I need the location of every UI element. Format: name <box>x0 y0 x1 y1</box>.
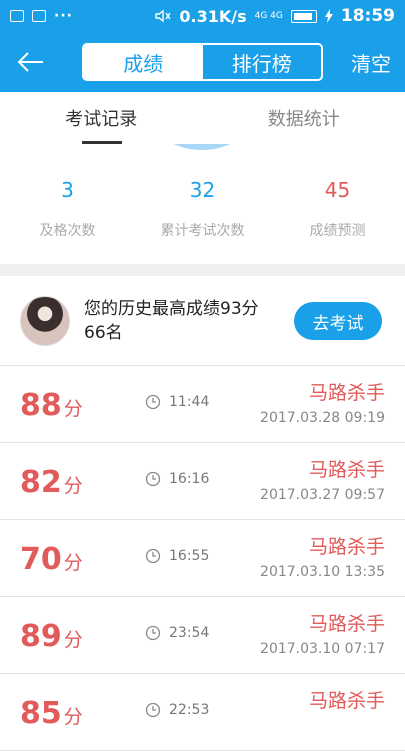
tab-exam-records[interactable]: 考试记录 <box>0 92 203 144</box>
record-score: 70分 <box>20 542 83 577</box>
record-title: 马路杀手 <box>309 455 385 482</box>
message-icon <box>32 10 46 22</box>
section-divider <box>0 264 405 276</box>
record-duration: 11:44 <box>169 394 209 410</box>
clock-icon <box>145 548 161 564</box>
stat-value: 32 <box>135 178 270 202</box>
score-gauge-ring <box>132 144 272 150</box>
network-speed: 0.31K/s <box>179 7 246 26</box>
clock-icon <box>145 394 161 410</box>
stat-value: 45 <box>270 178 405 202</box>
record-date: 2017.03.28 09:19 <box>260 410 385 426</box>
clear-button[interactable]: 清空 <box>351 32 391 92</box>
record-duration: 16:55 <box>169 548 209 564</box>
avatar[interactable] <box>20 296 70 346</box>
clock-time: 18:59 <box>341 6 395 26</box>
list-item[interactable]: 89分 23:54 马路杀手 2017.03.10 07:17 <box>0 597 405 674</box>
record-score: 85分 <box>20 696 83 731</box>
status-bar: ··· 0.31K/s 4G 4G 18:59 <box>0 0 405 32</box>
nav-bar: 成绩 排行榜 清空 <box>0 32 405 92</box>
clock-icon <box>145 702 161 718</box>
record-score: 89分 <box>20 619 83 654</box>
list-item[interactable]: 85分 22:53 马路杀手 <box>0 674 405 751</box>
tab-data-statistics[interactable]: 数据统计 <box>203 92 405 144</box>
best-score-row: 您的历史最高成绩93分 66名 去考试 <box>0 276 405 366</box>
tab-leaderboard[interactable]: 排行榜 <box>203 45 322 79</box>
record-duration: 23:54 <box>169 625 209 641</box>
image-icon <box>10 10 24 22</box>
back-button[interactable] <box>0 32 60 92</box>
back-arrow-icon <box>16 51 44 73</box>
record-title: 马路杀手 <box>309 686 385 713</box>
clock-icon <box>145 471 161 487</box>
record-duration: 16:16 <box>169 471 209 487</box>
record-title: 马路杀手 <box>309 378 385 405</box>
best-rank-text: 66名 <box>84 321 259 345</box>
stat-value: 3 <box>0 178 135 202</box>
record-date: 2017.03.10 07:17 <box>260 641 385 657</box>
list-item[interactable]: 88分 11:44 马路杀手 2017.03.28 09:19 <box>0 366 405 443</box>
mute-icon <box>155 9 171 23</box>
record-score: 82分 <box>20 465 83 500</box>
record-title: 马路杀手 <box>309 609 385 636</box>
tab-scores[interactable]: 成绩 <box>84 45 203 79</box>
record-date: 2017.03.10 13:35 <box>260 564 385 580</box>
signal-icon: 4G 4G <box>255 12 283 21</box>
record-date: 2017.03.27 09:57 <box>260 487 385 503</box>
stats-panel: 3 及格次数 32 累计考试次数 45 成绩预测 <box>0 144 405 264</box>
stat-label: 成绩预测 <box>270 220 405 240</box>
stat-total-exams: 32 累计考试次数 <box>135 178 270 240</box>
stat-score-prediction: 45 成绩预测 <box>270 178 405 240</box>
more-notifications-icon: ··· <box>54 8 73 24</box>
battery-icon <box>291 10 317 23</box>
stat-pass-count: 3 及格次数 <box>0 178 135 240</box>
record-title: 马路杀手 <box>309 532 385 559</box>
list-item[interactable]: 70分 16:55 马路杀手 2017.03.10 13:35 <box>0 520 405 597</box>
record-duration: 22:53 <box>169 702 209 718</box>
sub-tabs: 考试记录 数据统计 <box>0 92 405 144</box>
charging-icon <box>325 9 333 23</box>
segmented-control: 成绩 排行榜 <box>82 43 323 81</box>
stat-label: 及格次数 <box>0 220 135 240</box>
stat-label: 累计考试次数 <box>135 220 270 240</box>
list-item[interactable]: 82分 16:16 马路杀手 2017.03.27 09:57 <box>0 443 405 520</box>
go-exam-button[interactable]: 去考试 <box>294 302 382 340</box>
exam-record-list: 88分 11:44 马路杀手 2017.03.28 09:19 82分 16:1… <box>0 366 405 751</box>
best-score-text: 您的历史最高成绩93分 <box>84 297 259 321</box>
record-score: 88分 <box>20 388 83 423</box>
clock-icon <box>145 625 161 641</box>
